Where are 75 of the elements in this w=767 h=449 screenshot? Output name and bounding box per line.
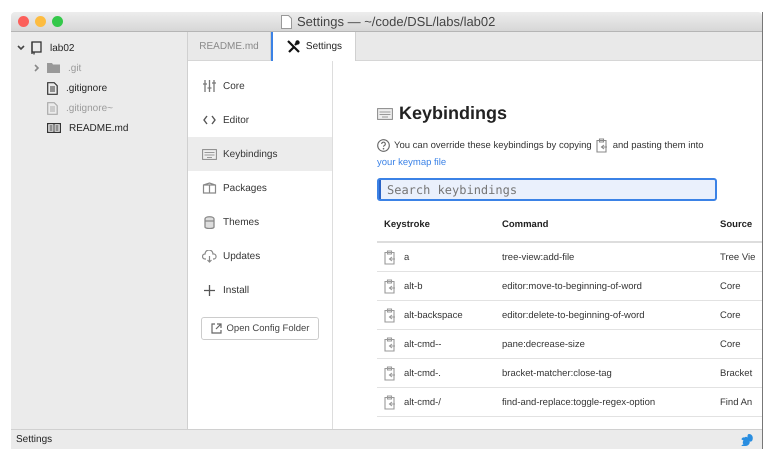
external-link-icon (210, 323, 222, 334)
column-header: Source (720, 219, 752, 232)
window-title: Settings — ~/code/DSL/labs/lab02 (297, 14, 496, 29)
zoom-button[interactable] (52, 16, 63, 27)
copy-icon[interactable] (384, 250, 397, 264)
table-cell: alt-cmd-/ (404, 396, 441, 408)
tree-item[interactable]: lab02 (11, 38, 187, 58)
keymap-file-link[interactable]: your keymap file (377, 157, 446, 168)
squirrel-icon[interactable] (740, 432, 754, 446)
table-cell: Tree Vie (720, 252, 756, 262)
book-icon (47, 123, 61, 133)
table-cell-text: editor:move-to-beginning-of-word (502, 280, 643, 292)
table-cell-text: tree-view:add-file (502, 252, 576, 262)
menu-label: Install (223, 284, 250, 296)
copy-icon[interactable] (384, 366, 397, 380)
settings-menu-item[interactable]: Keybindings (188, 137, 332, 171)
table-cell: Bracket (720, 368, 752, 378)
column-header: Command (502, 219, 550, 232)
table-cell: alt-backspace (404, 310, 463, 320)
sliders-icon (202, 80, 217, 92)
settings-menu-item[interactable]: Core (188, 69, 332, 103)
copy-icon[interactable] (384, 336, 397, 352)
code-icon (202, 115, 217, 125)
settings-menu-item[interactable]: Updates (188, 239, 332, 273)
folder-icon (47, 63, 60, 73)
keyboard-icon (202, 148, 217, 160)
menu-label: Packages (223, 182, 267, 194)
document-icon (281, 14, 292, 28)
table-cell: Core (720, 338, 741, 350)
file-icon (47, 82, 58, 94)
help-icon (377, 139, 390, 152)
table-cell: alt-cmd-- (404, 338, 442, 350)
clipboard-icon (596, 138, 609, 153)
menu-label: Updates (223, 250, 260, 262)
table-cell: a (404, 252, 410, 262)
copy-icon[interactable] (384, 394, 397, 410)
settings-menu-item[interactable]: Packages (188, 171, 332, 205)
table-cell-text: find-and-replace:toggle-regex-option (502, 396, 656, 408)
table-cell: alt-cmd-. (404, 368, 441, 378)
section-heading: Keybindings (399, 103, 508, 124)
menu-label: Themes (223, 216, 260, 228)
search-field[interactable]: Search keybindings (377, 178, 717, 201)
tab[interactable]: Settings (271, 32, 356, 61)
column-header: Keystroke (384, 219, 431, 232)
package-icon (202, 182, 217, 194)
table-cell: Core (720, 310, 741, 320)
table-cell: Core (720, 280, 741, 292)
close-button[interactable] (18, 16, 29, 27)
copy-icon[interactable] (384, 278, 397, 294)
file-icon (47, 102, 58, 114)
table-cell-text: bracket-matcher:close-tag (502, 368, 613, 378)
tools-icon (286, 39, 301, 54)
copy-icon[interactable] (384, 308, 397, 322)
table-cell: alt-b (404, 280, 422, 292)
settings-menu-item[interactable]: Themes (188, 205, 332, 239)
settings-menu-item[interactable]: Install (188, 273, 332, 307)
status-text: Settings (16, 434, 52, 445)
book-icon (31, 41, 42, 55)
menu-label: Core (223, 80, 245, 92)
keyboard-icon (377, 108, 393, 120)
table-cell: Find An (720, 396, 752, 408)
table-cell-text: pane:decrease-size (502, 338, 586, 350)
settings-menu-item[interactable]: Editor (188, 103, 332, 137)
chevron-down-icon (17, 45, 25, 51)
table-cell-text: editor:delete-to-beginning-of-word (502, 310, 646, 320)
chevron-right-icon (34, 64, 40, 72)
cloud-download-icon (202, 250, 217, 262)
open-config-folder-button[interactable]: Open Config Folder (201, 317, 319, 340)
tree-item[interactable]: .gitignore (11, 78, 187, 98)
plus-icon (202, 284, 217, 296)
info-text: and pasting them into (612, 140, 704, 151)
menu-label: Keybindings (223, 148, 278, 160)
menu-label: Editor (223, 114, 250, 126)
info-text: You can override these keybindings by copying (394, 140, 592, 151)
tree-item[interactable]: README.md (11, 118, 187, 138)
